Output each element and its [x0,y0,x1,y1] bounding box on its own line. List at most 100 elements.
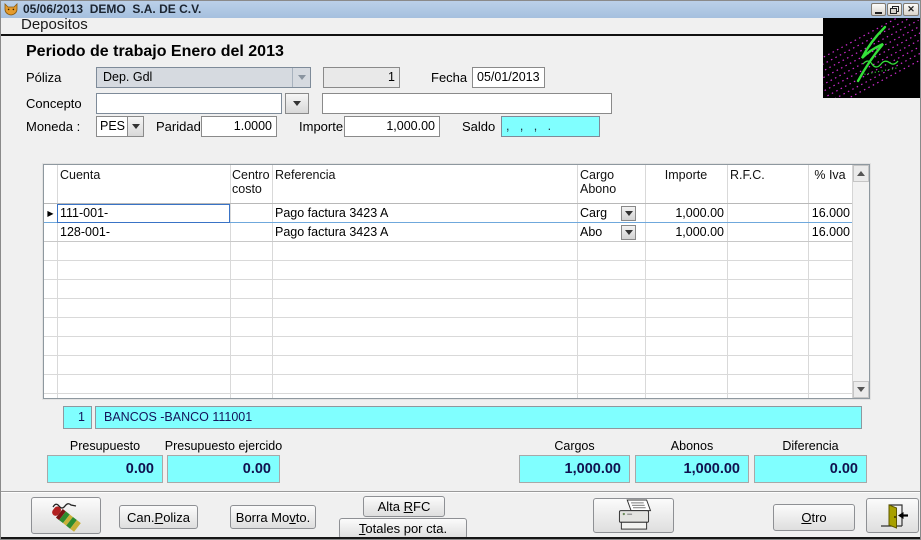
totales-por-cta-label: Totales por cta. [358,521,448,536]
cargo-abono-value: Carg [580,206,608,220]
saldo-field[interactable]: , , , . [501,116,600,137]
cell-rfc[interactable] [727,204,808,223]
poliza-number-field[interactable]: 1 [323,67,400,88]
minimize-button[interactable] [871,3,886,16]
cell-referencia[interactable]: Pago factura 3423 A [272,204,577,223]
fecha-label: Fecha [431,70,468,85]
cell-centro-costo[interactable] [230,204,272,223]
eraser-crayon-icon [52,502,81,532]
cell-iva[interactable]: 16.000 [808,204,852,223]
cargos-value: 1,000.00 [519,455,630,483]
col-header-centro-line2: costo [232,182,262,196]
cell-rfc[interactable] [727,223,808,242]
dropdown-arrow-icon [293,101,301,106]
restore-button[interactable] [887,3,902,16]
otro-label: Otro [801,510,827,525]
cargo-abono-dropdown-button[interactable] [621,206,636,221]
moneda-combobox[interactable]: PES [96,116,128,137]
exit-door-icon [880,503,908,529]
close-button[interactable]: ✕ [903,3,919,16]
importe-field[interactable]: 1,000.00 [344,116,440,137]
account-number-field: 1 [63,406,92,429]
poliza-combobox[interactable]: Dep. Gdl [96,67,311,88]
cell-cargo-abono[interactable]: Abo [577,223,645,242]
cargos-label: Cargos [554,439,595,453]
printer-icon [618,499,651,530]
concepto-text-field[interactable] [322,93,612,114]
diferencia-value: 0.00 [754,455,867,483]
close-icon: ✕ [907,4,915,14]
saldo-label: Saldo [462,119,496,134]
cargo-abono-dropdown-button[interactable] [621,225,636,240]
cell-cargo-abono[interactable]: Carg [577,204,645,223]
cell-cuenta[interactable]: 128-001- [57,223,230,242]
abonos-label: Abonos [670,439,714,453]
erase-button[interactable] [31,497,101,534]
exit-button[interactable] [866,498,919,533]
concepto-label: Concepto [26,96,82,111]
grid-vertical-scrollbar[interactable] [852,165,869,398]
abonos-value: 1,000.00 [635,455,749,483]
col-header-cuenta: Cuenta [60,168,101,182]
cell-importe[interactable]: 1,000.00 [645,204,727,223]
restore-icon [890,5,899,14]
grid-row: 128-001- Pago factura 3423 A Abo 1,000.0… [44,223,852,242]
account-name-field: BANCOS -BANCO 111001 [95,406,862,429]
header-divider [1,34,823,36]
cell-referencia[interactable]: Pago factura 3423 A [272,223,577,242]
diferencia-label: Diferencia [782,439,839,453]
poliza-dropdown-arrow-icon[interactable] [292,68,310,87]
cell-iva[interactable]: 16.000 [808,223,852,242]
col-header-iva: % Iva [814,168,846,182]
borra-movto-button[interactable]: Borra Movto. [230,505,316,529]
cancel-poliza-label: Can.Poliza [127,509,190,525]
otro-button[interactable]: Otro [773,504,855,531]
col-header-centro-costo: Centro costo [232,165,270,196]
presupuesto-value: 0.00 [47,455,163,483]
cancel-poliza-button[interactable]: Can.Poliza [119,505,198,529]
titlebar: 05/06/2013 DEMO S.A. DE C.V. ✕ [1,1,920,18]
concepto-combobox[interactable] [96,93,282,114]
col-header-referencia: Referencia [275,168,336,182]
scrollbar-down-button[interactable] [853,381,869,398]
col-header-cargo-abono: Cargo Abono [580,165,616,196]
scrollbar-up-button[interactable] [853,165,869,182]
poliza-value: Dep. Gdl [103,70,153,84]
print-button[interactable] [593,498,674,533]
presupuesto-label: Presupuesto [69,439,141,453]
period-title: Periodo de trabajo Enero del 2013 [26,43,284,60]
concepto-dropdown-button[interactable] [285,93,309,114]
col-header-cargo-line2: Abono [580,182,617,196]
importe-label: Importe [299,119,344,134]
app-window: 05/06/2013 DEMO S.A. DE C.V. ✕ Depositos… [0,0,921,540]
cargo-abono-value: Abo [580,225,603,239]
paridad-field[interactable]: 1.0000 [201,116,277,137]
moneda-dropdown-button[interactable] [127,116,144,137]
cell-importe[interactable]: 1,000.00 [645,223,727,242]
col-header-cargo-line1: Cargo [580,168,615,182]
dropdown-arrow-icon [131,124,140,129]
dropdown-arrow-icon [624,230,633,235]
borra-movto-label: Borra Movto. [235,509,311,525]
foxpro-icon [4,3,18,16]
grid-empty-rows [44,242,852,398]
alta-rfc-label: Alta RFC [377,499,431,514]
grid-row: ▶ 111-001- Pago factura 3423 A Carg 1,00… [44,204,852,223]
col-header-rfc: R.F.C. [730,168,765,182]
poliza-label: Póliza [26,70,62,85]
cell-cuenta[interactable]: 111-001- [57,204,230,223]
moneda-label: Moneda : [26,119,81,134]
record-pointer-icon [44,223,57,242]
totales-por-cta-button[interactable]: Totales por cta. [339,518,467,539]
scroll-down-icon [857,387,865,392]
col-header-importe: Importe [664,168,708,182]
movements-grid: Cuenta Centro costo Referencia Cargo Abo… [43,164,870,399]
col-header-centro-line1: Centro [232,168,270,182]
fecha-field[interactable]: 05/01/2013 [472,67,545,88]
cell-centro-costo[interactable] [230,223,272,242]
vendor-logo [823,18,920,98]
alta-rfc-button[interactable]: Alta RFC [363,496,445,517]
presupuesto-ejercido-value: 0.00 [167,455,280,483]
scroll-up-icon [857,171,865,176]
screen-title: Depositos [21,16,88,33]
